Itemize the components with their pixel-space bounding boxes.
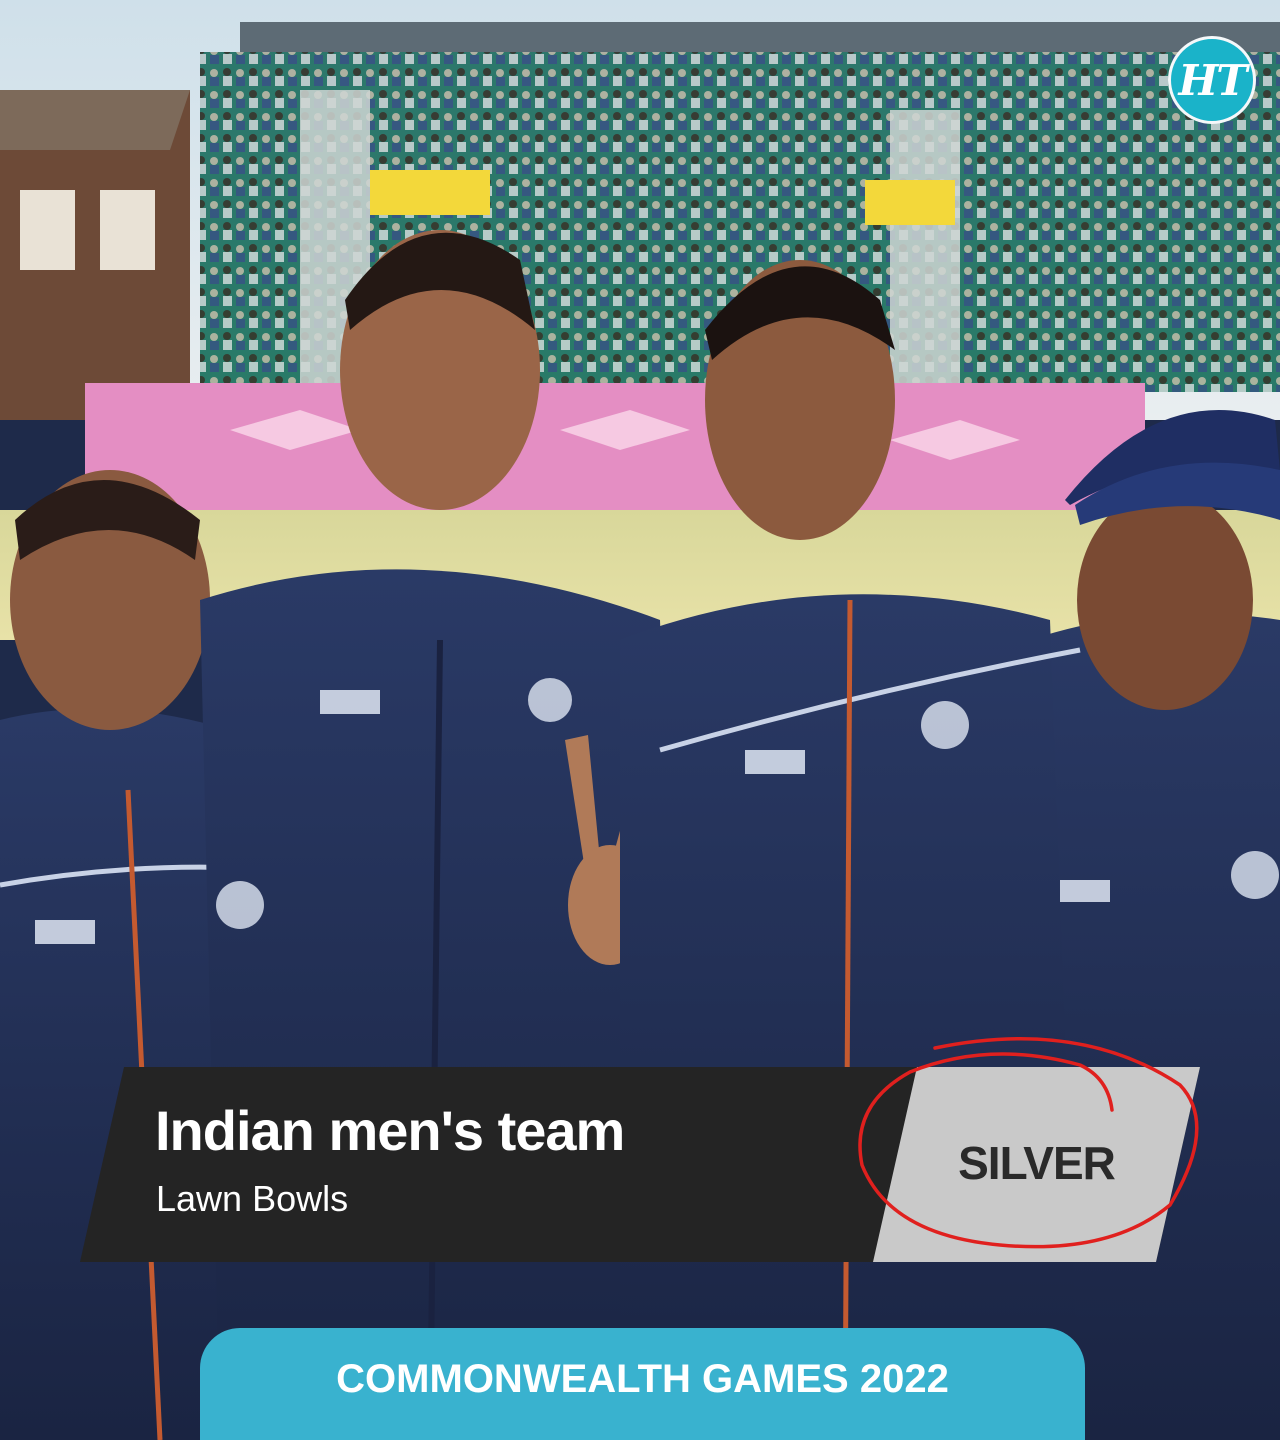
ht-logo-text: HT <box>1178 55 1248 105</box>
ht-logo-icon: HT <box>1168 36 1256 124</box>
sport-subtitle: Lawn Bowls <box>156 1178 349 1219</box>
team-title: Indian men's team <box>155 1099 625 1162</box>
games-banner-label: COMMONWEALTH GAMES 2022 <box>336 1357 949 1401</box>
circle-annotation-icon <box>858 1036 1199 1249</box>
